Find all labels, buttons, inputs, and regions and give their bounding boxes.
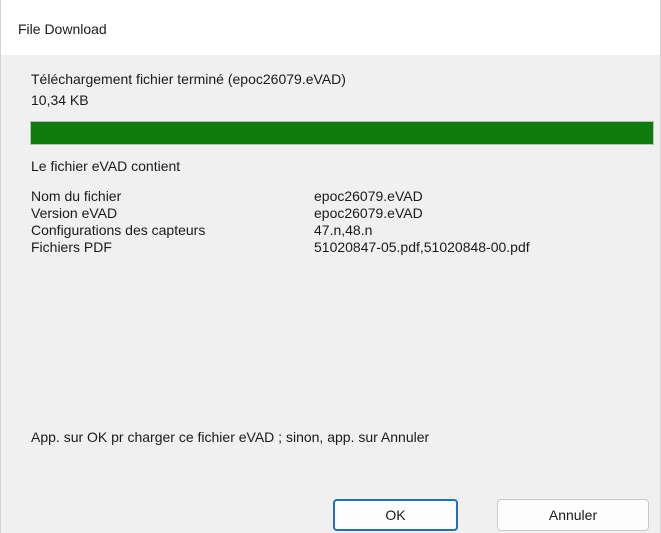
title-bar[interactable]: File Download [1, 0, 660, 55]
info-row-sensor-configurations: Configurations des capteurs 47.n,48.n [31, 222, 530, 239]
file-download-dialog: File Download Téléchargement fichier ter… [0, 0, 661, 533]
progress-bar-fill [31, 122, 653, 144]
cancel-button[interactable]: Annuler [497, 499, 649, 531]
info-label: Version eVAD [31, 205, 118, 221]
info-row-file-name: Nom du fichier epoc26079.eVAD [31, 188, 530, 205]
info-value: epoc26079.eVAD [314, 188, 423, 204]
info-value: epoc26079.eVAD [314, 205, 423, 221]
download-status-text: Téléchargement fichier terminé (epoc2607… [31, 71, 346, 87]
info-row-pdf-files: Fichiers PDF 51020847-05.pdf,51020848-00… [31, 239, 530, 256]
info-label: Nom du fichier [31, 188, 122, 204]
window-title: File Download [18, 21, 107, 37]
instruction-text: App. sur OK pr charger ce fichier eVAD ;… [31, 429, 430, 445]
info-value: 47.n,48.n [314, 222, 373, 238]
info-label: Fichiers PDF [31, 239, 112, 255]
file-size-text: 10,34 KB [31, 92, 89, 108]
ok-button[interactable]: OK [333, 499, 458, 531]
file-info-table: Nom du fichier epoc26079.eVAD Version eV… [31, 188, 530, 256]
download-progress-bar [30, 121, 654, 145]
file-contents-heading: Le fichier eVAD contient [31, 158, 181, 174]
info-row-evad-version: Version eVAD epoc26079.eVAD [31, 205, 530, 222]
info-value: 51020847-05.pdf,51020848-00.pdf [314, 239, 530, 255]
info-label: Configurations des capteurs [31, 222, 206, 238]
